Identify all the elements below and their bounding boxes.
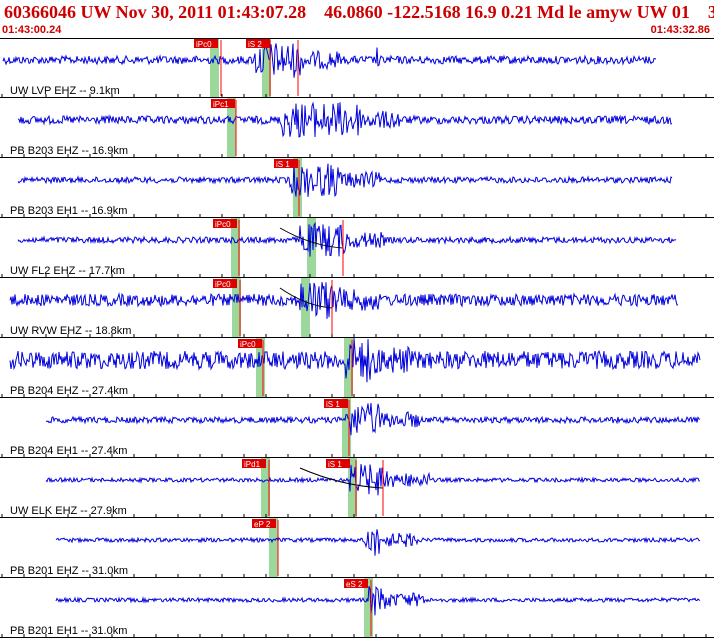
waveform-trace xyxy=(17,163,673,198)
trace-row[interactable]: eP 2 PB B201 EHZ -- 31.0km xyxy=(0,518,714,578)
station-label: PB B204 EHZ -- 27.4km xyxy=(10,385,128,397)
waveform-trace xyxy=(45,464,701,496)
pick-label: iS 2 xyxy=(248,40,262,49)
station-label: PB B204 EH1 -- 27.4km xyxy=(10,445,127,457)
trace-row[interactable]: iPc0 PB B204 EHZ -- 27.4km xyxy=(0,338,714,398)
trace-row[interactable]: iPd1 iS 1UW ELK EHZ -- 27.9km xyxy=(0,458,714,518)
station-label: PB B201 EHZ -- 31.0km xyxy=(10,565,128,577)
trace-row[interactable]: eS 2 PB B201 EH1 -- 31.0km xyxy=(0,578,714,638)
waveform-trace xyxy=(2,43,657,78)
seismogram-panel[interactable]: iPc0 iS 2 UW LVP EHZ -- 9.1km iPc1 PB B203 E… xyxy=(0,38,714,638)
pick-label: iPd1 xyxy=(244,460,261,469)
station-label: UW RVW EHZ -- 18.8km xyxy=(10,325,131,337)
waveform-trace xyxy=(55,529,700,556)
pick-label: iPc0 xyxy=(215,280,231,289)
event-header: 60366046 UW Nov 30, 2011 01:43:07.28 46.… xyxy=(0,0,714,38)
pick-label: iS 1 xyxy=(276,160,290,169)
trace-row[interactable]: iPc1 PB B203 EHZ -- 16.9km xyxy=(0,98,714,158)
pick-label: iS 1 xyxy=(328,460,342,469)
station-label: PB B203 EHZ -- 16.9km xyxy=(10,145,128,157)
waveform-trace xyxy=(17,101,673,138)
station-label: UW LVP EHZ -- 9.1km xyxy=(10,85,120,97)
waveform-trace xyxy=(45,402,701,436)
station-label: UW FL2 EHZ -- 17.7km xyxy=(10,265,125,277)
pick-window xyxy=(301,278,310,338)
pick-label: iPc0 xyxy=(196,40,212,49)
pick-label: iPc0 xyxy=(240,340,256,349)
pick-label: iPc1 xyxy=(213,100,229,109)
pick-label: iPc0 xyxy=(215,220,231,229)
trace-row[interactable]: iS 1 PB B204 EH1 -- 27.4km xyxy=(0,398,714,458)
trace-row[interactable]: iPc0 iS 2 UW LVP EHZ -- 9.1km xyxy=(0,38,714,98)
trace-row[interactable]: iPc0 UW RVW EHZ -- 18.8km xyxy=(0,278,714,338)
station-label: PB B203 EH1 -- 16.9km xyxy=(10,205,127,217)
trace-row[interactable]: iS 1 PB B203 EH1 -- 16.9km xyxy=(0,158,714,218)
end-time-label: 01:43:32.86 xyxy=(650,24,710,36)
station-label: PB B201 EH1 -- 31.0km xyxy=(10,625,127,637)
event-title: 60366046 UW Nov 30, 2011 01:43:07.28 46.… xyxy=(4,2,714,22)
waveform-trace xyxy=(17,221,677,257)
start-time-label: 01:43:00.24 xyxy=(2,24,62,36)
waveform-trace xyxy=(9,282,679,319)
waveform-trace xyxy=(9,338,701,383)
pick-label: eS 2 xyxy=(346,580,363,589)
pick-label: eP 2 xyxy=(254,520,271,529)
pick-label: iS 1 xyxy=(326,400,340,409)
waveform-trace xyxy=(55,585,701,616)
trace-row[interactable]: iPc0 UW FL2 EHZ -- 17.7km xyxy=(0,218,714,278)
